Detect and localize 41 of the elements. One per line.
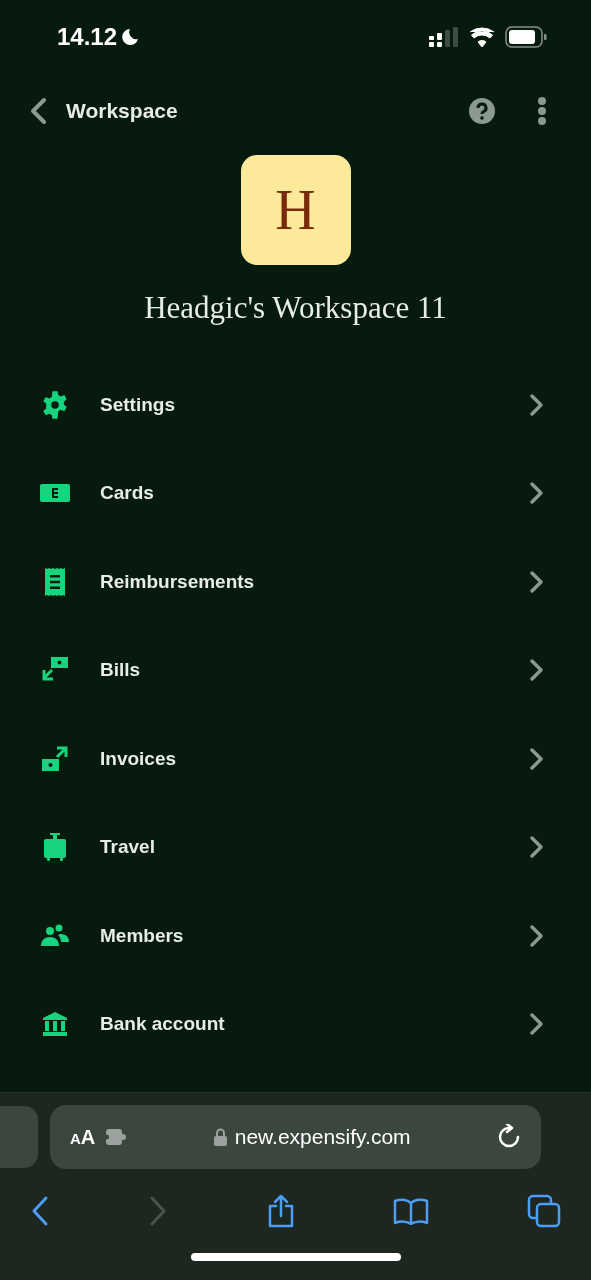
chevron-right-icon [529, 746, 545, 771]
back-button[interactable] [30, 1195, 50, 1227]
signal-icon [429, 27, 459, 47]
chevron-right-icon [529, 569, 545, 594]
chevron-right-icon [529, 1012, 545, 1037]
menu-item[interactable]: Travel [0, 803, 591, 892]
bank-icon [42, 1011, 68, 1038]
money-arrow-icon [41, 744, 69, 773]
wifi-icon [469, 27, 495, 47]
menu-item[interactable]: Cards [0, 449, 591, 538]
status-time: 14.12 [57, 22, 118, 52]
menu-item[interactable]: Bank account [0, 980, 591, 1069]
chevron-right-icon [529, 658, 545, 683]
card-icon [40, 482, 70, 505]
url-text: new.expensify.com [234, 1124, 411, 1151]
bookmarks-button[interactable] [393, 1197, 430, 1225]
battery-icon [505, 26, 547, 48]
menu-item[interactable]: Invoices [0, 714, 591, 803]
people-icon [40, 923, 70, 948]
address-bar[interactable]: AA new.expensify.com [50, 1105, 541, 1169]
header-title: Workspace [66, 98, 178, 125]
menu-item[interactable]: Bills [0, 626, 591, 715]
chevron-right-icon [529, 835, 545, 860]
help-icon[interactable] [469, 98, 495, 124]
text-size-button[interactable]: AA [70, 1122, 96, 1152]
menu-item[interactable]: Settings [0, 360, 591, 449]
moon-icon [121, 28, 140, 46]
menu-item[interactable]: Members [0, 891, 591, 980]
chevron-right-icon [529, 923, 545, 948]
chevron-right-icon [529, 481, 545, 506]
reload-icon[interactable] [497, 1124, 521, 1150]
suitcase-icon [43, 832, 67, 863]
receipt-icon [44, 566, 66, 597]
menu-item[interactable]: Reimbursements [0, 537, 591, 626]
lock-icon [213, 1128, 227, 1146]
more-icon[interactable] [537, 97, 547, 125]
extension-icon[interactable] [105, 1128, 128, 1146]
tabs-button[interactable] [527, 1194, 561, 1228]
workspace-avatar: H [240, 155, 351, 265]
chevron-right-icon [529, 392, 545, 417]
workspace-name: Headgic's Workspace 11 [144, 289, 447, 327]
